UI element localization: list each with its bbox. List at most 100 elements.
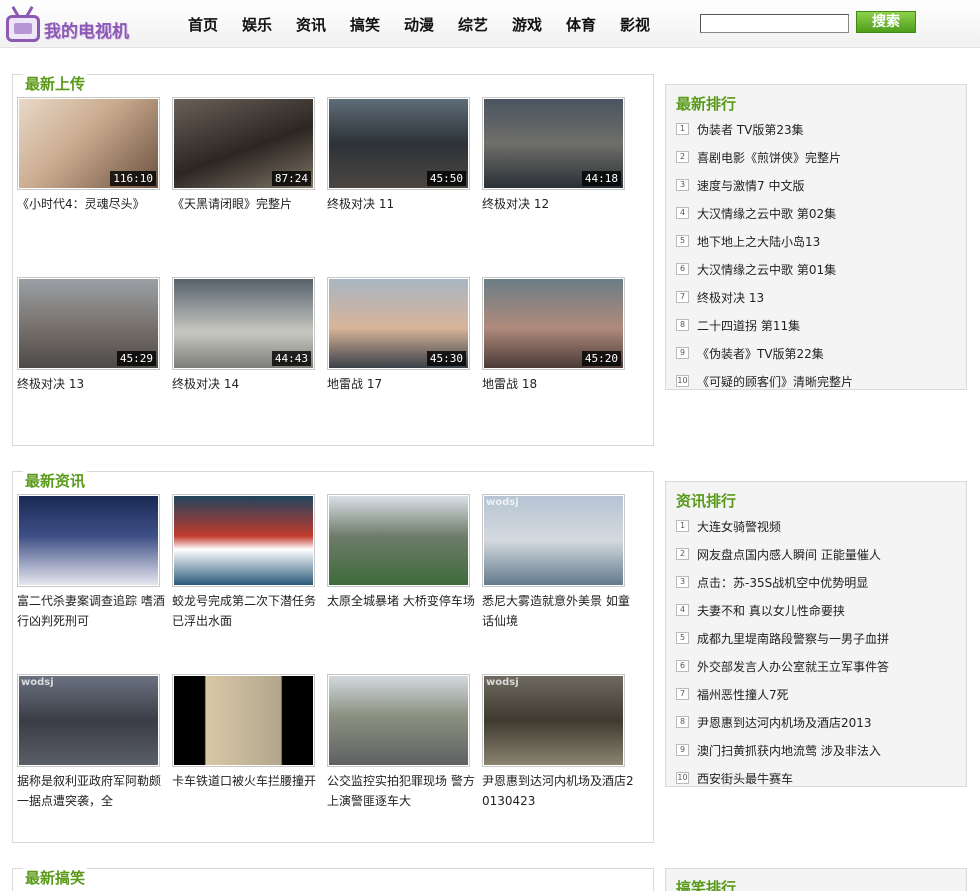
video-thumbnail[interactable]: 45:29 [17,277,160,370]
video-title[interactable]: 卡车铁道口被火车拦腰撞开 [172,771,324,791]
ranking-item[interactable]: 4 大汉情缘之云中歌 第02集 [676,199,961,227]
nav-item-entertainment[interactable]: 娱乐 [230,14,284,34]
video-title[interactable]: 终极对决 12 [482,194,634,214]
video-title[interactable]: 地雷战 18 [482,374,634,394]
ranking-item-label[interactable]: 二十四道拐 第11集 [697,317,800,334]
ranking-item[interactable]: 3 速度与激情7 中文版 [676,171,961,199]
duration-badge: 45:30 [426,351,466,366]
video-thumbnail[interactable] [327,494,470,587]
ranking-item[interactable]: 1 伪装者 TV版第23集 [676,115,961,143]
ranking-item-label[interactable]: 喜剧电影《煎饼侠》完整片 [697,149,841,166]
ranking-item[interactable]: 5 地下地上之大陆小岛13 [676,227,961,255]
ranking-item-label[interactable]: 福州恶性撞人7死 [697,686,789,703]
video-title[interactable]: 终极对决 14 [172,374,324,394]
ranking-item-label[interactable]: 点击：苏-35S战机空中优势明显 [697,574,868,591]
ranking-item[interactable]: 10 《可疑的顾客们》清晰完整片 [676,367,961,395]
ranking-item[interactable]: 7 福州恶性撞人7死 [676,680,961,708]
ranking-item[interactable]: 6 外交部发言人办公室就王立军事件答 [676,652,961,680]
video-thumbnail[interactable]: 45:30 [327,277,470,370]
rank-number: 4 [676,207,689,219]
video-title[interactable]: 地雷战 17 [327,374,479,394]
ranking-item-label[interactable]: 《伪装者》TV版第22集 [697,345,824,362]
ranking-item[interactable]: 4 夫妻不和 真以女儿性命要挟 [676,596,961,624]
video-title[interactable]: 太原全城暴堵 大桥变停车场 [327,591,479,611]
ranking-item-label[interactable]: 终极对决 13 [697,289,764,306]
ranking-item-label[interactable]: 外交部发言人办公室就王立军事件答 [697,658,889,675]
video-title[interactable]: 《天黑请闭眼》完整片 [172,194,324,214]
search-input[interactable] [700,14,849,33]
ranking-title: 资讯排行 [676,492,737,510]
ranking-item-label[interactable]: 速度与激情7 中文版 [697,177,804,194]
nav-item-sports[interactable]: 体育 [554,14,608,34]
ranking-item-label[interactable]: 伪装者 TV版第23集 [697,121,804,138]
ranking-item-label[interactable]: 地下地上之大陆小岛13 [697,233,820,250]
ranking-item-label[interactable]: 澳门扫黄抓获内地流莺 涉及非法入 [697,742,881,759]
section-latest-funny: 最新搞笑 [12,867,654,891]
video-title[interactable]: 公交监控实拍犯罪现场 警方上演警匪逐车大 [327,771,479,811]
ranking-item-label[interactable]: 成都九里堤南路段警察与一男子血拼 [697,630,889,647]
ranking-item[interactable]: 6 大汉情缘之云中歌 第01集 [676,255,961,283]
ranking-item[interactable]: 10 西安街头最牛赛车 [676,764,961,792]
duration-badge: 116:10 [110,171,156,186]
video-thumbnail[interactable] [172,674,315,767]
video-title[interactable]: 据称是叙利亚政府军阿勒颇一据点遭突袭，全 [17,771,169,811]
video-title[interactable]: 尹恩惠到达河内机场及酒店20130423 [482,771,634,811]
ranking-item-label[interactable]: 大汉情缘之云中歌 第02集 [697,205,836,222]
ranking-item[interactable]: 5 成都九里堤南路段警察与一男子血拼 [676,624,961,652]
ranking-item-label[interactable]: 大汉情缘之云中歌 第01集 [697,261,836,278]
video-title[interactable]: 终极对决 13 [17,374,169,394]
site-logo[interactable]: 我的电视机 [4,5,144,44]
duration-badge: 44:43 [271,351,311,366]
video-thumbnail[interactable]: wodsj [482,494,625,587]
nav-item-anime[interactable]: 动漫 [392,14,446,34]
ranking-item-label[interactable]: 《可疑的顾客们》清晰完整片 [697,373,853,390]
ranking-item[interactable]: 9 澳门扫黄抓获内地流莺 涉及非法入 [676,736,961,764]
video-title[interactable]: 《小时代4：灵魂尽头》 [17,194,169,214]
rank-number: 5 [676,235,689,247]
rank-number: 4 [676,604,689,616]
ranking-item[interactable]: 3 点击：苏-35S战机空中优势明显 [676,568,961,596]
rank-number: 9 [676,347,689,359]
video-title[interactable]: 终极对决 11 [327,194,479,214]
video-title[interactable]: 悉尼大雾造就意外美景 如童话仙境 [482,591,634,631]
duration-badge: 45:20 [581,351,621,366]
search-button[interactable]: 搜索 [856,11,916,33]
video-title[interactable]: 蛟龙号完成第二次下潜任务已浮出水面 [172,591,324,631]
ranking-title: 最新排行 [676,95,737,113]
ranking-item[interactable]: 2 网友盘点国内感人瞬间 正能量催人 [676,540,961,568]
video-thumbnail[interactable] [327,674,470,767]
video-thumbnail[interactable]: 45:50 [327,97,470,190]
ranking-item-label[interactable]: 大连女骑警视频 [697,518,781,535]
video-thumbnail[interactable]: 45:20 [482,277,625,370]
ranking-item[interactable]: 1 大连女骑警视频 [676,512,961,540]
nav-item-funny[interactable]: 搞笑 [338,14,392,34]
video-title[interactable]: 富二代杀妻案调查追踪 嗜酒行凶判死刑可 [17,591,169,631]
nav-item-home[interactable]: 首页 [176,14,230,34]
rank-number: 7 [676,688,689,700]
video-thumbnail[interactable] [172,494,315,587]
watermark: wodsj [486,497,519,508]
ranking-item[interactable]: 8 尹恩惠到达河内机场及酒店2013 [676,708,961,736]
nav-item-movies[interactable]: 影视 [608,14,662,34]
ranking-item[interactable]: 2 喜剧电影《煎饼侠》完整片 [676,143,961,171]
video-thumbnail[interactable] [17,494,160,587]
video-thumbnail[interactable]: 87:24 [172,97,315,190]
ranking-item-label[interactable]: 尹恩惠到达河内机场及酒店2013 [697,714,872,731]
nav-item-news[interactable]: 资讯 [284,14,338,34]
ranking-item-label[interactable]: 网友盘点国内感人瞬间 正能量催人 [697,546,881,563]
nav-item-variety[interactable]: 综艺 [446,14,500,34]
ranking-item[interactable]: 9 《伪装者》TV版第22集 [676,339,961,367]
rank-number: 8 [676,319,689,331]
ranking-item-label[interactable]: 西安街头最牛赛车 [697,770,793,787]
video-thumbnail[interactable]: 116:10 [17,97,160,190]
ranking-item-label[interactable]: 夫妻不和 真以女儿性命要挟 [697,602,845,619]
nav-item-games[interactable]: 游戏 [500,14,554,34]
ranking-item[interactable]: 7 终极对决 13 [676,283,961,311]
video-thumbnail[interactable]: wodsj [482,674,625,767]
rank-number: 5 [676,632,689,644]
video-thumbnail[interactable]: wodsj [17,674,160,767]
video-thumbnail[interactable]: 44:18 [482,97,625,190]
video-thumbnail[interactable]: 44:43 [172,277,315,370]
duration-badge: 45:29 [116,351,156,366]
ranking-item[interactable]: 8 二十四道拐 第11集 [676,311,961,339]
